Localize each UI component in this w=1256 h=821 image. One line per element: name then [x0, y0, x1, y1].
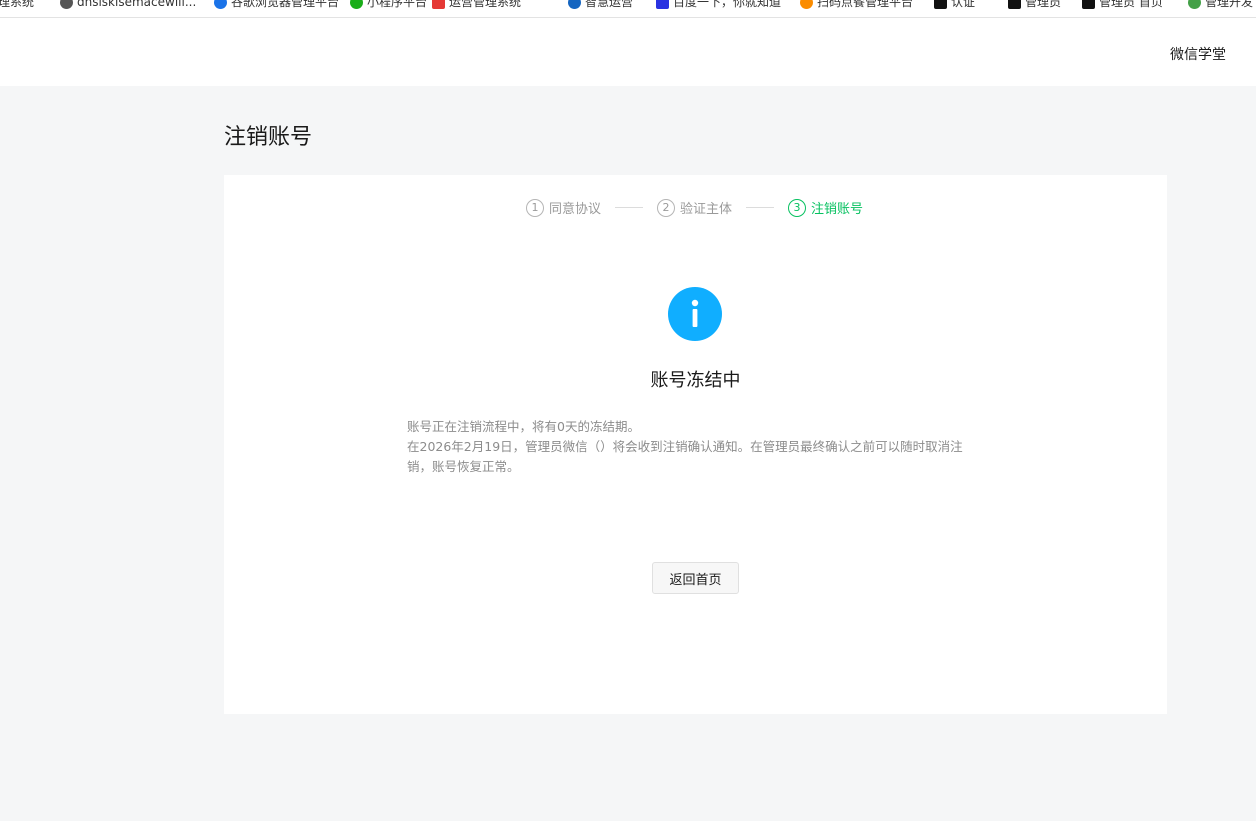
bookmark-label: 扫码点餐管理平台: [817, 0, 914, 9]
bookmark-label: 管理开发: [1205, 0, 1254, 9]
bookmark-item[interactable]: dnsiskisemacewill...: [60, 0, 196, 10]
bookmark-item[interactable]: 谷歌浏览器管理平台: [214, 0, 339, 10]
app-icon: [1188, 0, 1201, 9]
status-line: 账号正在注销流程中，将有0天的冻结期。: [407, 419, 640, 434]
step-label: 注销账号: [811, 202, 864, 217]
step-divider: [615, 207, 644, 208]
step-number: 1: [526, 198, 544, 217]
bookmark-item[interactable]: 管理员: [1008, 0, 1061, 10]
bookmark-item[interactable]: 智慧运营: [568, 0, 633, 10]
step-verify-subject: 2 验证主体: [657, 198, 732, 217]
status-description: 账号正在注销流程中，将有0天的冻结期。 在2026年2月19日，管理员微信（）将…: [407, 417, 969, 477]
bookmark-item[interactable]: 理系统: [0, 0, 34, 10]
bookmark-label: 小程序平台: [367, 0, 428, 9]
bookmark-label: 百度一下，你就知道: [673, 0, 782, 9]
baidu-icon: [656, 0, 669, 9]
step-agree-protocol: 1 同意协议: [526, 198, 601, 217]
step-number: 2: [657, 198, 676, 217]
page-title: 注销账号: [224, 125, 313, 150]
top-navbar: 微信学堂: [0, 18, 1256, 86]
info-icon: [668, 287, 722, 341]
status-title: 账号冻结中: [650, 370, 741, 391]
step-label: 同意协议: [549, 202, 602, 217]
main-card: 1 同意协议 2 验证主体 3 注销账号 账号冻结中 账号正在注销流程中，将有0…: [224, 175, 1167, 714]
step-cancel-account: 3 注销账号: [788, 198, 863, 217]
step-label: 验证主体: [680, 202, 733, 217]
app-icon: [800, 0, 813, 9]
bookmark-label: 智慧运营: [585, 0, 634, 9]
globe-icon: [568, 0, 581, 9]
bookmark-item[interactable]: 运营管理系统: [432, 0, 521, 10]
globe-icon: [214, 0, 227, 9]
bookmark-label: 管理员: [1025, 0, 1062, 9]
step-number: 3: [788, 198, 807, 217]
k-icon: [934, 0, 947, 9]
bookmark-item[interactable]: 扫码点餐管理平台: [800, 0, 913, 10]
app-icon: [432, 0, 445, 9]
bookmark-label: dnsiskisemacewill...: [77, 0, 197, 9]
bookmarks-bar: 理系统 dnsiskisemacewill... 谷歌浏览器管理平台 小程序平台…: [0, 0, 1256, 18]
step-divider: [746, 207, 775, 208]
status-line: 在2026年2月19日，管理员微信（）将会收到注销确认通知。在管理员最终确认之前…: [407, 439, 963, 474]
leaf-icon: [350, 0, 363, 9]
k-icon: [1008, 0, 1021, 9]
bookmark-item[interactable]: 认证: [934, 0, 975, 10]
bookmark-item[interactable]: 百度一下，你就知道: [656, 0, 781, 10]
bookmark-label: 理系统: [0, 0, 35, 9]
bookmark-label: 谷歌浏览器管理平台: [231, 0, 340, 9]
nav-link-wechat-academy[interactable]: 微信学堂: [1170, 44, 1226, 64]
bookmark-label: 管理员 首页: [1099, 0, 1163, 9]
bookmark-label: 认证: [951, 0, 976, 9]
step-indicator: 1 同意协议 2 验证主体 3 注销账号: [526, 198, 863, 217]
back-home-button[interactable]: 返回首页: [652, 562, 739, 594]
bookmark-item[interactable]: 管理开发: [1188, 0, 1253, 10]
k-icon: [1082, 0, 1095, 9]
bookmark-item[interactable]: 小程序平台: [350, 0, 427, 10]
bookmark-item[interactable]: 管理员 首页: [1082, 0, 1163, 10]
globe-icon: [60, 0, 73, 9]
bookmark-label: 运营管理系统: [449, 0, 522, 9]
